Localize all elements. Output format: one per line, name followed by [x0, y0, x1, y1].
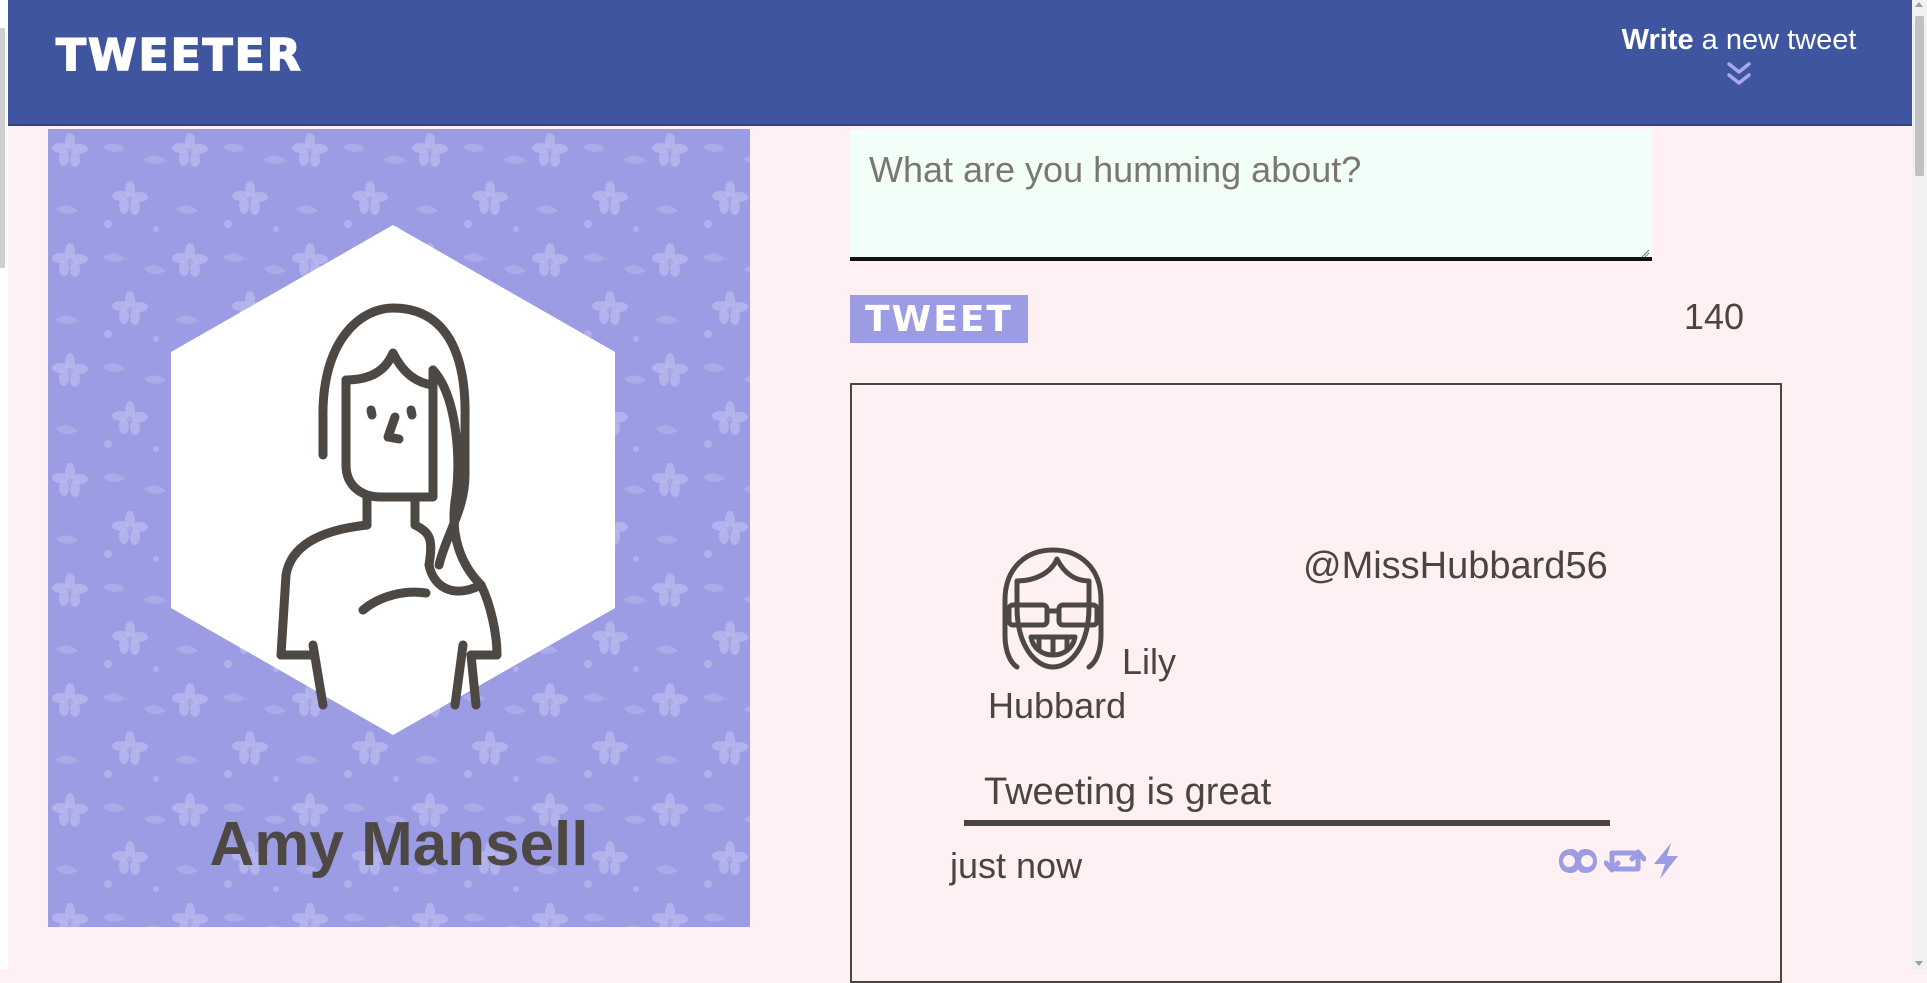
tweet-actions	[1557, 842, 1681, 882]
tweet-card: Lily Hubbard @MissHubbard56 Tweeting is …	[850, 383, 1782, 983]
profile-card: Amy Mansell	[48, 129, 750, 927]
scroll-up-icon[interactable]	[1915, 2, 1923, 7]
page-scrollbar[interactable]	[1912, 0, 1927, 969]
compose-toggle-bold: Write	[1621, 24, 1694, 56]
textarea-resize-grip-icon[interactable]	[1640, 248, 1650, 258]
window-left-edge	[0, 0, 8, 969]
profile-name: Amy Mansell	[209, 810, 589, 879]
character-counter: 140	[1683, 296, 1744, 337]
tweet-author-name: Lily Hubbard	[988, 641, 1177, 726]
scroll-down-icon[interactable]	[1915, 961, 1923, 966]
compose-toggle-text: a new tweet	[1693, 24, 1857, 56]
brand-logo[interactable]: TWEETER	[55, 29, 303, 82]
write-new-tweet-toggle[interactable]: Write a new tweet	[1614, 24, 1864, 89]
tweet-submit-button[interactable]: TWEET	[850, 295, 1028, 343]
tweet-timestamp: just now	[950, 845, 1083, 886]
tweet-text: Tweeting is great	[964, 771, 1610, 826]
left-edge-marker	[0, 28, 5, 268]
compose-tweet-input[interactable]	[850, 129, 1652, 261]
double-chevron-down-icon[interactable]	[1725, 59, 1753, 89]
top-navbar: TWEETER Write a new tweet	[8, 0, 1912, 126]
woman-avatar-icon	[171, 225, 615, 735]
tweet-author-handle: @MissHubbard56	[1303, 545, 1608, 587]
scrollbar-thumb[interactable]	[1915, 16, 1924, 176]
like-icon[interactable]	[1651, 842, 1681, 880]
retweet-icon[interactable]	[1604, 845, 1647, 877]
flag-icon[interactable]	[1557, 846, 1599, 876]
